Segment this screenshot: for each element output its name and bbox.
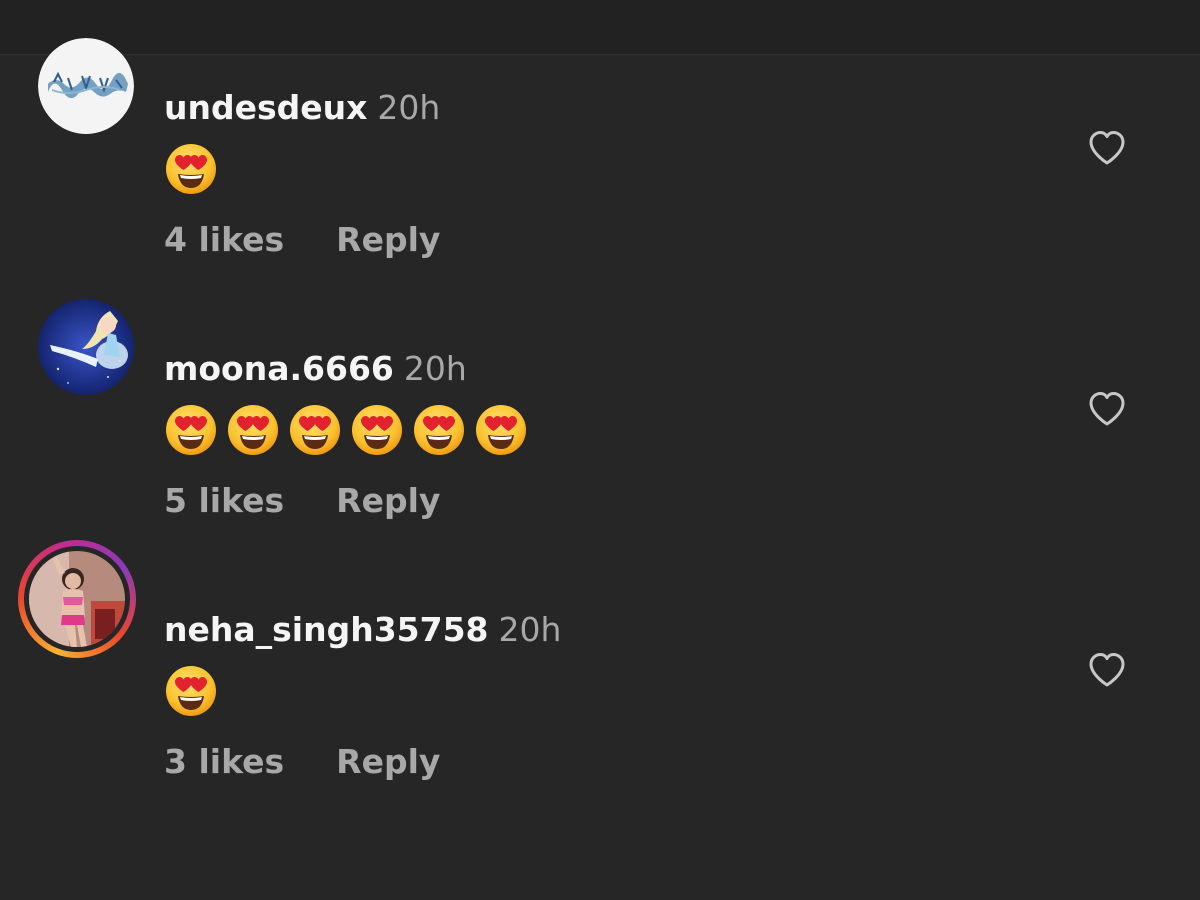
heart-eyes-emoji xyxy=(352,405,402,455)
avatar-moona-image xyxy=(38,299,134,395)
heart-eyes-emoji xyxy=(166,405,216,455)
heart-eyes-emoji xyxy=(414,405,464,455)
reply-button[interactable]: Reply xyxy=(336,742,440,781)
likes-count[interactable]: 4 likes xyxy=(164,220,284,259)
avatar[interactable] xyxy=(38,299,134,395)
comment-text xyxy=(164,142,218,196)
comment-meta: 5 likes Reply xyxy=(164,479,440,523)
avatar-neha-image xyxy=(29,551,125,647)
reply-button[interactable]: Reply xyxy=(336,220,440,259)
comment-timestamp: 20h xyxy=(498,610,562,649)
likes-count[interactable]: 5 likes xyxy=(164,481,284,520)
comment-username[interactable]: undesdeux xyxy=(164,88,367,127)
avatar-story-ring[interactable] xyxy=(18,540,136,658)
comment-text xyxy=(164,403,528,457)
comment-header: moona.6666 20h xyxy=(164,347,467,391)
reply-button[interactable]: Reply xyxy=(336,481,440,520)
comment-text xyxy=(164,664,218,718)
heart-eyes-emoji xyxy=(476,405,526,455)
comment-timestamp: 20h xyxy=(377,88,441,127)
comment-header: undesdeux 20h xyxy=(164,86,440,130)
heart-outline-icon[interactable] xyxy=(1087,650,1127,690)
heart-eyes-emoji xyxy=(228,405,278,455)
comment-item: undesdeux 20h 4 likes Reply xyxy=(0,0,1200,259)
comment-username[interactable]: neha_singh35758 xyxy=(164,610,489,649)
heart-outline-icon[interactable] xyxy=(1087,389,1127,429)
comment-username[interactable]: moona.6666 xyxy=(164,349,394,388)
avatar-undesdeux-image xyxy=(38,38,134,134)
comment-item: moona.6666 20h 5 likes Reply xyxy=(0,261,1200,520)
avatar xyxy=(29,551,125,647)
comment-meta: 3 likes Reply xyxy=(164,740,440,784)
comment-header: neha_singh35758 20h xyxy=(164,608,561,652)
heart-outline-icon[interactable] xyxy=(1087,128,1127,168)
avatar[interactable] xyxy=(38,38,134,134)
heart-eyes-emoji xyxy=(166,144,216,194)
heart-eyes-emoji xyxy=(166,666,216,716)
heart-eyes-emoji xyxy=(290,405,340,455)
comment-timestamp: 20h xyxy=(403,349,467,388)
likes-count[interactable]: 3 likes xyxy=(164,742,284,781)
comment-meta: 4 likes Reply xyxy=(164,218,440,262)
comment-item: neha_singh35758 20h 3 likes Reply xyxy=(0,522,1200,781)
